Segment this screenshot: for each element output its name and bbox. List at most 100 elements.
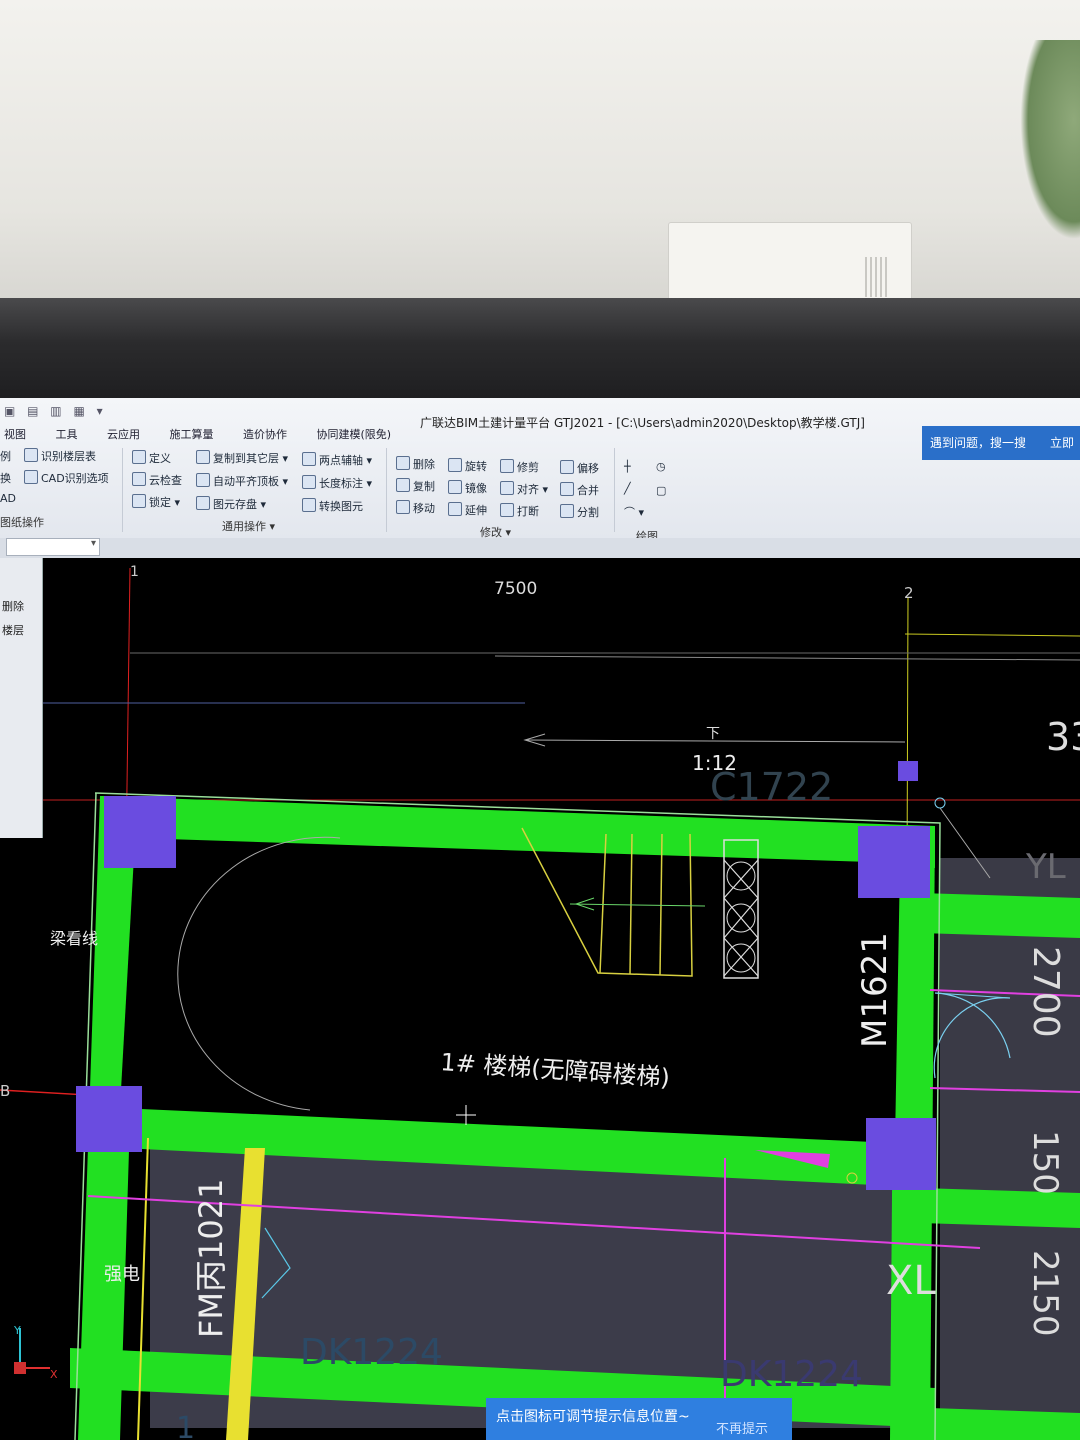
group-general: 通用操作 ▾ xyxy=(222,520,276,533)
delete-icon xyxy=(396,456,410,470)
copy-to-floor-button[interactable]: 复制到其它层 ▾ xyxy=(196,450,288,466)
xl-label: XL xyxy=(886,1258,936,1304)
axis-label-b: B xyxy=(0,1082,10,1100)
save-element-icon xyxy=(196,496,210,510)
axis-label-2: 2 xyxy=(904,584,914,602)
help-search-button[interactable]: 立即 xyxy=(1050,426,1074,460)
ribbon-toolbar: ▣ ▤ ▥ ▦ ▾ 广联达BIM土建计量平台 GTJ2021 - [C:\Use… xyxy=(0,398,1080,543)
two-point-axis-label: 两点辅轴 xyxy=(319,454,363,467)
trim-icon xyxy=(500,459,514,473)
trim-button[interactable]: 修剪 xyxy=(500,459,539,475)
left-item-example[interactable]: 例 xyxy=(0,448,11,464)
dk-tag-right: DK1224 xyxy=(720,1354,863,1395)
left-panel-delete[interactable]: 删除 xyxy=(2,598,24,614)
save-element-button[interactable]: 图元存盘 ▾ xyxy=(196,496,266,512)
tab-cloud[interactable]: 云应用 xyxy=(107,426,140,442)
split-button[interactable]: 分割 xyxy=(560,504,599,520)
arc-draw-button[interactable]: ⌒ ▾ xyxy=(624,504,644,520)
tip-message: 点击图标可调节提示信息位置~ xyxy=(496,1409,690,1425)
point-draw-button[interactable]: ┼ xyxy=(624,460,631,473)
delete-label: 删除 xyxy=(413,458,435,471)
ucs-x-label: X xyxy=(50,1368,58,1381)
tip-dismiss-button[interactable]: 不再提示 xyxy=(716,1418,768,1437)
wall-background xyxy=(0,0,1080,300)
offset-label: 偏移 xyxy=(577,462,599,475)
quick-access-toolbar[interactable]: ▣ ▤ ▥ ▦ ▾ xyxy=(4,404,107,418)
ramp-down-label: 下 xyxy=(706,726,720,742)
stair-room xyxy=(120,838,900,1143)
tab-tools[interactable]: 工具 xyxy=(56,426,78,442)
tab-cost[interactable]: 造价协作 xyxy=(243,426,287,442)
door-fm-label: FM丙1021 xyxy=(192,1179,230,1338)
floor-table-icon xyxy=(24,448,38,462)
merge-label: 合并 xyxy=(577,484,599,497)
move-icon xyxy=(396,500,410,514)
window-tag: C1722 xyxy=(710,765,833,809)
auto-align-slab-button[interactable]: 自动平齐顶板 ▾ xyxy=(196,473,288,489)
copy-to-floor-label: 复制到其它层 xyxy=(213,452,279,465)
rect-draw-button[interactable]: ▢ xyxy=(656,484,666,497)
circle-draw-button[interactable]: ◷ xyxy=(656,460,666,473)
column-b2 xyxy=(866,1118,936,1190)
lock-label: 锁定 xyxy=(149,496,171,509)
dim-2150-label: 2150 xyxy=(1025,1250,1065,1337)
move-label: 移动 xyxy=(413,502,435,515)
trim-label: 修剪 xyxy=(517,461,539,474)
identify-floor-table-label: 识别楼层表 xyxy=(41,450,96,463)
define-button[interactable]: 定义 xyxy=(132,450,171,466)
extend-icon xyxy=(448,502,462,516)
window-title: 广联达BIM土建计量平台 GTJ2021 - [C:\Users\admin20… xyxy=(420,416,865,430)
length-dimension-button[interactable]: 长度标注 ▾ xyxy=(302,475,372,491)
extend-button[interactable]: 延伸 xyxy=(448,502,487,518)
help-search-box[interactable]: 遇到问题，搜一搜 立即 xyxy=(922,426,1080,460)
merge-button[interactable]: 合并 xyxy=(560,482,599,498)
cad-icon xyxy=(24,470,38,484)
ribbon-tabs: 视图 工具 云应用 施工算量 造价协作 协同建模(限免) xyxy=(4,426,417,442)
group-drawing-ops: 图纸操作 xyxy=(0,516,44,529)
convert-element-button[interactable]: 转换图元 xyxy=(302,498,363,514)
copy-floor-icon xyxy=(196,450,210,464)
left-panel-floor[interactable]: 楼层 xyxy=(2,622,24,638)
right-partial-label: 33 xyxy=(1046,715,1080,759)
dk-tag-left: DK1224 xyxy=(300,1332,443,1373)
group-general-label: 通用操作 xyxy=(222,520,266,533)
beam-label: YL xyxy=(1025,847,1066,887)
ribbon-separator xyxy=(386,448,387,532)
left-item-switch[interactable]: 换 xyxy=(0,470,11,486)
two-point-axis-button[interactable]: 两点辅轴 ▾ xyxy=(302,452,372,468)
copy-button[interactable]: 复制 xyxy=(396,478,435,494)
ucs-origin xyxy=(14,1362,26,1374)
align-label: 对齐 xyxy=(517,483,539,496)
align-button[interactable]: 对齐 ▾ xyxy=(500,481,548,497)
align-slab-icon xyxy=(196,473,210,487)
define-label: 定义 xyxy=(149,452,171,465)
offset-button[interactable]: 偏移 xyxy=(560,460,599,476)
tab-view[interactable]: 视图 xyxy=(4,426,26,442)
tab-construction[interactable]: 施工算量 xyxy=(170,426,214,442)
extend-label: 延伸 xyxy=(465,504,487,517)
column-c1 xyxy=(104,796,176,868)
cloud-check-button[interactable]: 云检查 xyxy=(132,472,182,488)
ribbon-separator xyxy=(122,448,123,532)
ucs-y-label: Y xyxy=(13,1324,21,1337)
left-item-ad[interactable]: AD xyxy=(0,492,16,505)
break-button[interactable]: 打断 xyxy=(500,503,539,519)
move-button[interactable]: 移动 xyxy=(396,500,435,516)
break-label: 打断 xyxy=(517,505,539,518)
plant-leaf xyxy=(1020,40,1080,240)
line-draw-button[interactable]: ╱ xyxy=(624,482,631,495)
cloud-check-label: 云检查 xyxy=(149,474,182,487)
floor-dropdown[interactable] xyxy=(6,538,100,556)
left-panel: 删除 楼层 xyxy=(0,558,43,838)
identify-floor-table-button[interactable]: 识别楼层表 xyxy=(24,448,96,464)
beam-line-label: 梁看线 xyxy=(50,929,98,948)
cad-options-button[interactable]: CAD识别选项 xyxy=(24,470,109,486)
delete-button[interactable]: 删除 xyxy=(396,456,435,472)
tab-collab[interactable]: 协同建模(限免) xyxy=(317,426,392,442)
lock-button[interactable]: 锁定 ▾ xyxy=(132,494,180,510)
align-icon xyxy=(500,481,514,495)
axis-icon xyxy=(302,452,316,466)
mirror-button[interactable]: 镜像 xyxy=(448,480,487,496)
rotate-button[interactable]: 旋转 xyxy=(448,458,487,474)
help-search-text: 遇到问题，搜一搜 xyxy=(930,436,1027,450)
